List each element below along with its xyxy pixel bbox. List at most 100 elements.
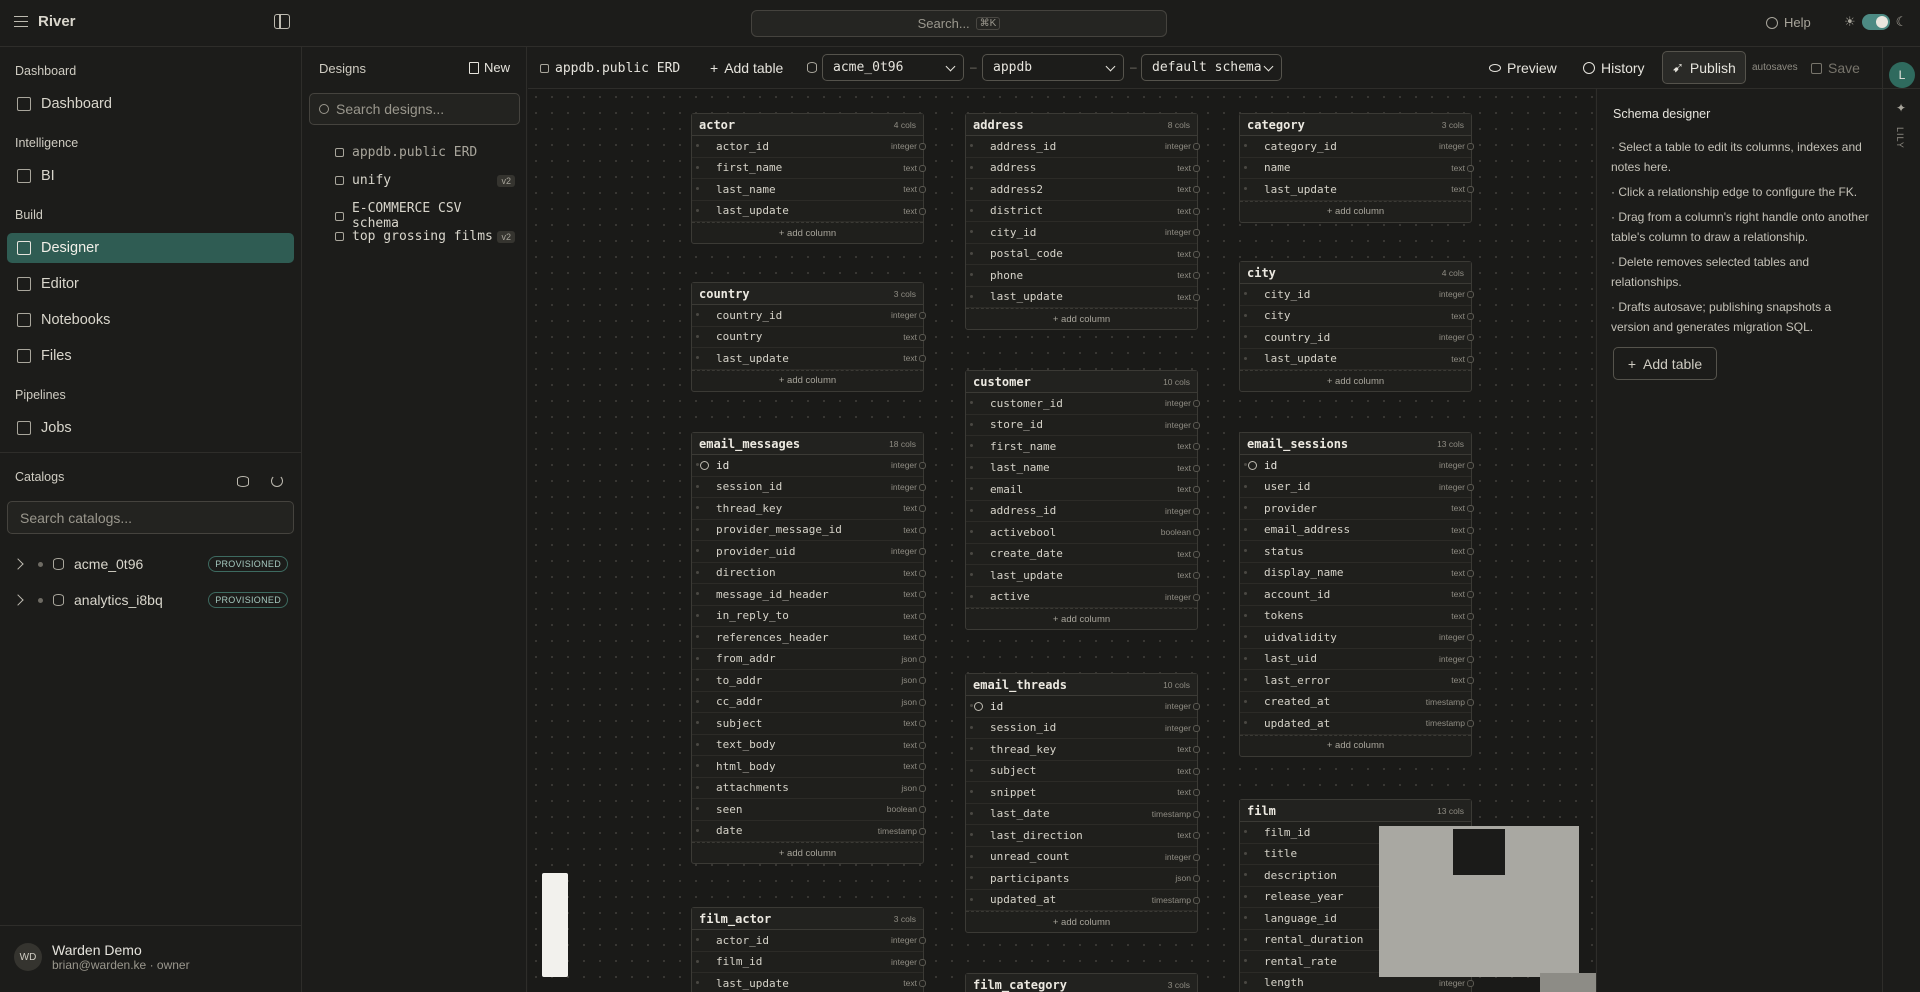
table-column[interactable]: user_id integer [1240,477,1474,498]
erd-table[interactable]: address 8 cols address_id integer address tex… [965,113,1200,330]
nav-item-designer[interactable]: Designer [7,233,294,263]
table-column[interactable]: postal_code text [966,244,1200,265]
table-column[interactable]: uidvalidity integer [1240,627,1474,649]
save-button[interactable]: Save [1811,47,1860,89]
catalog-select[interactable]: acme_0t96 [822,54,964,81]
table-column[interactable]: last_update text [966,287,1200,308]
table-column[interactable]: city text [1240,306,1474,327]
table-column[interactable]: references_header text [692,627,926,649]
nav-item-editor[interactable]: Editor [7,269,294,299]
table-header[interactable]: country 3 cols [692,283,923,305]
brand[interactable]: River [14,13,76,30]
global-search[interactable]: Search... ⌘K [751,10,1167,37]
chevron-right-icon[interactable] [12,594,24,606]
table-column[interactable]: from_addr json [692,649,926,670]
table-column[interactable]: email_address text [1240,520,1474,541]
menu-icon[interactable] [14,16,28,27]
nav-item-jobs[interactable]: Jobs [7,413,294,443]
table-column[interactable]: first_name text [966,436,1200,458]
table-column[interactable]: session_id integer [966,718,1200,739]
table-column[interactable]: provider text [1240,498,1474,520]
help-button[interactable]: Help [1766,15,1811,30]
table-column[interactable]: cc_addr json [692,692,926,713]
table-column[interactable]: last_direction text [966,825,1200,847]
sidebar-toggle-icon[interactable] [274,14,290,29]
table-column[interactable]: last_update text [692,201,926,222]
table-column[interactable]: store_id integer [966,415,1200,436]
design-item[interactable]: top grossing films v2 [335,229,515,244]
catalog-row[interactable]: acme_0t96 PROVISIONED [12,551,294,577]
table-column[interactable]: create_date text [966,544,1200,565]
table-column[interactable]: last_update text [966,565,1200,587]
erd-table[interactable]: email_messages 18 cols id integer session_id… [691,432,926,864]
table-column[interactable]: address_id integer [966,136,1200,158]
table-column[interactable]: id integer [1240,455,1474,477]
theme-switch[interactable] [1861,14,1890,30]
table-column[interactable]: session_id integer [692,477,926,498]
table-column[interactable]: snippet text [966,782,1200,804]
preview-button[interactable]: Preview [1489,47,1557,89]
table-column[interactable]: message_id_header text [692,584,926,606]
table-column[interactable]: last_update text [1240,179,1474,201]
table-header[interactable]: film_actor 3 cols [692,908,923,930]
add-column-button[interactable]: + add column [966,911,1197,932]
table-column[interactable]: thread_key text [692,498,926,520]
table-column[interactable]: last_update text [692,348,926,370]
database-select[interactable]: appdb [982,54,1124,81]
theme-toggle[interactable]: ☀ ☾ [1844,14,1907,30]
table-column[interactable]: country_id integer [1240,327,1474,349]
table-column[interactable]: direction text [692,563,926,584]
publish-button[interactable]: ➹ Publish [1662,51,1746,84]
table-column[interactable]: city_id integer [1240,284,1474,306]
nav-item-bi[interactable]: BI [7,161,294,191]
table-column[interactable]: status text [1240,541,1474,563]
table-column[interactable]: participants json [966,868,1200,890]
table-column[interactable]: created_at timestamp [1240,692,1474,713]
table-column[interactable]: account_id text [1240,584,1474,606]
add-column-button[interactable]: + add column [1240,734,1471,756]
add-table-button[interactable]: + Add table [1613,347,1717,380]
table-column[interactable]: id integer [692,455,926,477]
table-column[interactable]: to_addr json [692,670,926,692]
erd-table[interactable]: actor 4 cols actor_id integer first_name text… [691,113,926,244]
table-header[interactable]: film_category 3 cols [966,974,1197,992]
table-column[interactable]: date timestamp [692,821,926,842]
sparkle-icon[interactable]: ✦ [1896,101,1906,115]
table-column[interactable]: last_name text [966,458,1200,479]
table-column[interactable]: name text [1240,158,1474,179]
chevron-right-icon[interactable] [12,558,24,570]
table-header[interactable]: film 13 cols [1240,800,1471,822]
table-column[interactable]: phone text [966,265,1200,287]
table-column[interactable]: first_name text [692,158,926,179]
table-column[interactable]: provider_uid integer [692,541,926,563]
schema-select[interactable]: default schema [1141,54,1282,81]
table-column[interactable]: tokens text [1240,606,1474,627]
table-column[interactable]: updated_at timestamp [1240,713,1474,735]
add-table-button[interactable]: + Add table [710,47,783,89]
table-column[interactable]: address2 text [966,179,1200,201]
erd-table[interactable]: customer 10 cols customer_id integer store_i… [965,370,1200,630]
table-column[interactable]: last_name text [692,179,926,201]
table-header[interactable]: address 8 cols [966,114,1197,136]
table-column[interactable]: text_body text [692,735,926,756]
nav-item-notebooks[interactable]: Notebooks [7,305,294,335]
table-header[interactable]: email_messages 18 cols [692,433,923,455]
add-column-button[interactable]: + add column [966,608,1197,629]
catalog-search-input[interactable]: Search catalogs... [7,501,294,534]
new-design-button[interactable]: New [468,60,510,75]
table-column[interactable]: in_reply_to text [692,606,926,627]
table-header[interactable]: customer 10 cols [966,371,1197,393]
design-item[interactable]: unify v2 [335,173,515,188]
add-column-button[interactable]: + add column [692,842,923,863]
table-column[interactable]: seen boolean [692,799,926,821]
erd-table[interactable]: film_actor 3 cols actor_id integer film_id in… [691,907,926,992]
erd-table[interactable]: film_category 3 cols [965,973,1198,992]
design-item[interactable]: E-COMMERCE CSV schema [335,201,515,231]
table-column[interactable]: last_date timestamp [966,804,1200,825]
erd-table[interactable]: email_sessions 13 cols id integer user_id int… [1239,432,1474,757]
erd-table[interactable]: email_threads 10 cols id integer session_id i… [965,673,1200,933]
refresh-icon[interactable] [271,475,283,487]
table-column[interactable]: display_name text [1240,563,1474,584]
zoom-controls[interactable] [542,873,568,977]
table-column[interactable]: last_update text [1240,349,1474,370]
